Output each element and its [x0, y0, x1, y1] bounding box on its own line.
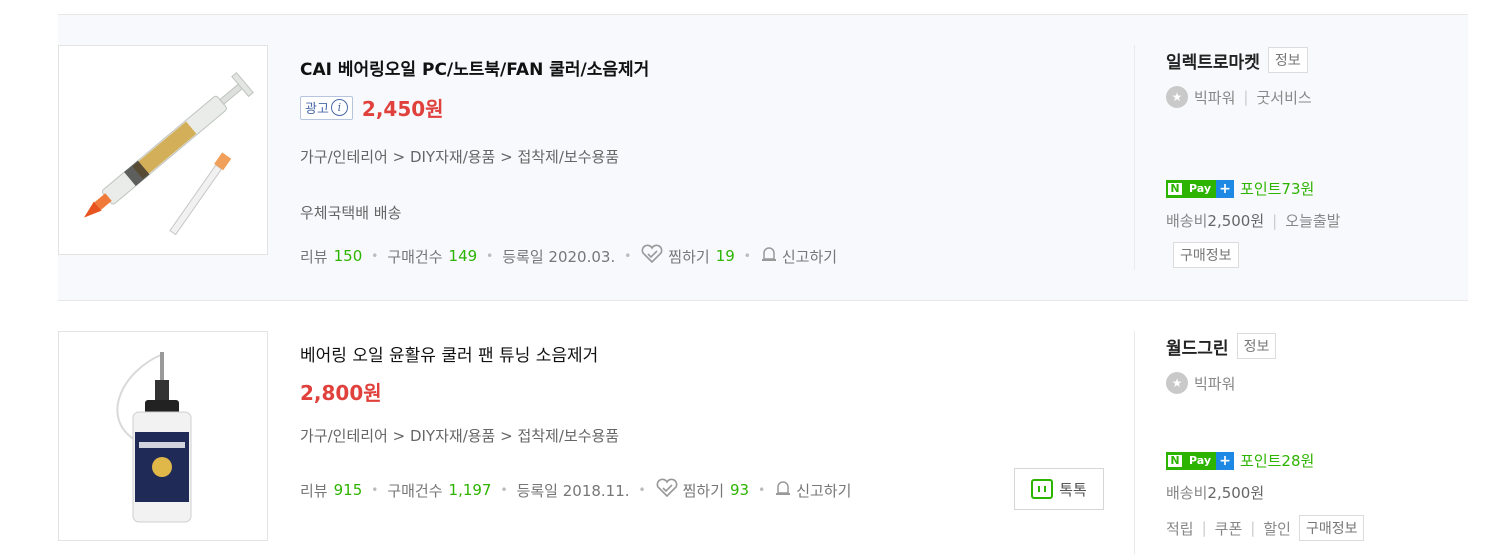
- grade-label: 빅파워: [1194, 374, 1236, 393]
- wish-count: 93: [730, 481, 750, 499]
- ad-label: 광고: [305, 102, 329, 117]
- shipping-fee-row: 배송비 2,500원: [1166, 482, 1264, 503]
- purchase-count: 1,197: [448, 481, 492, 499]
- today-ship: 오늘출발: [1285, 212, 1341, 230]
- medal-icon: ★: [1166, 372, 1188, 394]
- column-divider: [1134, 45, 1135, 270]
- product-price: 2,800원: [300, 381, 382, 405]
- dot-separator: •: [371, 249, 379, 263]
- grade-label: 빅파워: [1194, 88, 1236, 107]
- price-row: 2,800원: [300, 377, 382, 406]
- ship-fee: 2,500원: [1207, 484, 1265, 502]
- list-item: CAI 베어링오일 PC/노트북/FAN 쿨러/소음제거 광고 i 2,450원…: [58, 15, 1468, 300]
- registered-date: 등록일 2018.11.: [516, 481, 630, 500]
- seller-info-button[interactable]: 정보: [1267, 47, 1308, 73]
- report-label[interactable]: 신고하기: [782, 246, 837, 267]
- seller-info-button[interactable]: 정보: [1236, 333, 1277, 359]
- ship-fee-label: 배송비: [1166, 212, 1208, 230]
- bar-separator: |: [1201, 519, 1207, 537]
- buy-info-button[interactable]: 구매정보: [1173, 242, 1239, 268]
- wish-count: 19: [715, 247, 735, 265]
- heart-icon[interactable]: [640, 244, 664, 268]
- report-label[interactable]: 신고하기: [796, 480, 851, 501]
- ship-fee-label: 배송비: [1166, 484, 1208, 502]
- seller-grade: ★ 빅파워 | 굿서비스: [1166, 86, 1312, 108]
- product-price: 2,450원: [361, 97, 444, 121]
- purchase-label: 구매건수: [387, 247, 443, 266]
- review-label[interactable]: 리뷰: [300, 246, 328, 267]
- dot-separator: •: [638, 483, 646, 497]
- seller-name[interactable]: 일렉트로마켓: [1166, 48, 1260, 73]
- product-image-syringe[interactable]: [58, 45, 268, 255]
- ship-fee: 2,500원: [1207, 212, 1265, 230]
- bar-separator: |: [1243, 88, 1249, 106]
- product-category[interactable]: 가구/인테리어 > DIY자재/용품 > 접착제/보수용품: [300, 146, 619, 167]
- shipping-method: 우체국택배 배송: [300, 204, 402, 222]
- wish-label[interactable]: 찜하기: [668, 246, 709, 267]
- price-row: 광고 i 2,450원: [300, 93, 444, 122]
- benefit-coupon: 쿠폰: [1214, 519, 1243, 538]
- talk-label: 톡톡: [1059, 480, 1087, 499]
- dot-separator: •: [486, 249, 494, 263]
- product-meta: 리뷰 150 • 구매건수 149 • 등록일 2020.03. • 찜하기 1…: [300, 244, 837, 268]
- talk-button[interactable]: 톡톡: [1014, 468, 1104, 510]
- product-title[interactable]: CAI 베어링오일 PC/노트북/FAN 쿨러/소음제거: [300, 55, 649, 80]
- npay-row: N Pay + 포인트73원: [1166, 178, 1314, 199]
- npay-logo-icon: N Pay +: [1166, 451, 1235, 470]
- bell-icon[interactable]: [760, 245, 778, 267]
- syringe-image: [83, 71, 254, 236]
- npay-point: 포인트28원: [1240, 452, 1315, 470]
- review-label[interactable]: 리뷰: [300, 480, 328, 501]
- product-list: CAI 베어링오일 PC/노트북/FAN 쿨러/소음제거 광고 i 2,450원…: [58, 0, 1468, 554]
- purchase-count: 149: [448, 247, 478, 265]
- purchase-label: 구매건수: [387, 481, 443, 500]
- dot-separator: •: [758, 483, 766, 497]
- chat-icon: [1031, 479, 1054, 499]
- product-image-bottle[interactable]: [58, 331, 268, 541]
- registered-date: 등록일 2020.03.: [502, 247, 616, 266]
- bar-separator: |: [1250, 519, 1256, 537]
- shipping-fee-row: 배송비 2,500원 | 오늘출발: [1166, 210, 1340, 231]
- list-item: 베어링 오일 윤활유 쿨러 팬 튜닝 소음제거 2,800원 가구/인테리어 >…: [58, 301, 1468, 554]
- npay-logo-icon: N Pay +: [1166, 179, 1235, 198]
- product-meta: 리뷰 915 • 구매건수 1,197 • 등록일 2018.11. • 찜하기…: [300, 478, 851, 502]
- grade-extra: 굿서비스: [1256, 88, 1312, 107]
- review-count[interactable]: 150: [334, 247, 363, 265]
- bell-icon[interactable]: [774, 479, 792, 501]
- dot-separator: •: [743, 249, 751, 263]
- ad-badge[interactable]: 광고 i: [300, 95, 353, 120]
- npay-row: N Pay + 포인트28원: [1166, 450, 1314, 471]
- info-icon[interactable]: i: [330, 99, 348, 116]
- npay-point: 포인트73원: [1240, 180, 1315, 198]
- seller-name[interactable]: 월드그린: [1166, 334, 1229, 359]
- heart-icon[interactable]: [655, 478, 679, 502]
- dot-separator: •: [500, 483, 508, 497]
- bottle-image: [116, 352, 192, 523]
- review-count[interactable]: 915: [334, 481, 363, 499]
- dot-separator: •: [371, 483, 379, 497]
- seller-row: 월드그린 정보: [1166, 333, 1277, 359]
- product-category[interactable]: 가구/인테리어 > DIY자재/용품 > 접착제/보수용품: [300, 425, 619, 446]
- seller-grade: ★ 빅파워: [1166, 372, 1235, 394]
- seller-row: 일렉트로마켓 정보: [1166, 47, 1308, 73]
- bar-separator: |: [1272, 211, 1278, 230]
- column-divider: [1134, 331, 1135, 554]
- buy-info-button[interactable]: 구매정보: [1298, 515, 1365, 541]
- wish-label[interactable]: 찜하기: [683, 480, 724, 501]
- product-title[interactable]: 베어링 오일 윤활유 쿨러 팬 튜닝 소음제거: [300, 341, 598, 366]
- benefit-row: 적립 | 쿠폰 | 할인 구매정보: [1166, 515, 1365, 541]
- dot-separator: •: [624, 249, 632, 263]
- medal-icon: ★: [1166, 86, 1188, 108]
- benefit-discount: 할인: [1263, 519, 1291, 538]
- benefit-points: 적립: [1166, 519, 1194, 538]
